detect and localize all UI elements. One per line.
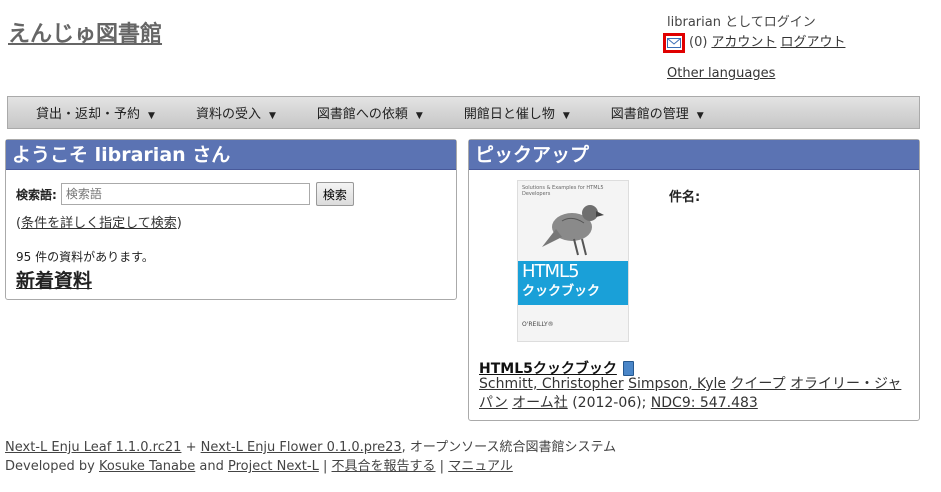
account-link[interactable]: アカウント <box>711 33 776 53</box>
publisher-link[interactable]: オーム社 <box>512 395 568 411</box>
logout-link[interactable]: ログアウト <box>780 33 845 53</box>
login-status: librarian としてログイン <box>667 15 816 30</box>
caret-down-icon: ▼ <box>696 111 704 121</box>
welcome-panel: ようこそ librarian さん 検索語: 検索 (条件を詳しく指定して検索)… <box>5 139 457 300</box>
main-menu: 貸出・返却・予約 ▼ 資料の受入 ▼ 図書館への依頼 ▼ 開館日と催し物 ▼ 図書館の管… <box>7 96 920 129</box>
new-items-link[interactable]: 新着資料 <box>16 266 92 293</box>
falcon-illustration-icon <box>542 205 604 256</box>
search-button[interactable]: 検索 <box>315 182 354 206</box>
report-bug-link[interactable]: 不具合を報告する <box>332 459 436 474</box>
welcome-title: ようこそ librarian さん <box>6 140 456 170</box>
menu-admin[interactable]: 図書館の管理 ▼ <box>611 103 704 122</box>
site-title[interactable]: えんじゅ図書館 <box>8 16 162 48</box>
subject-label: 件名: <box>669 190 701 205</box>
manual-link[interactable]: マニュアル <box>448 459 513 474</box>
caret-down-icon: ▼ <box>268 111 276 121</box>
advanced-search-link[interactable]: 条件を詳しく指定して検索 <box>21 216 177 231</box>
pickup-title: ピックアップ <box>469 140 919 170</box>
pickup-panel: ピックアップ Solutions & Examples for HTML5 De… <box>468 139 920 421</box>
item-count: 95 件の資料があります。 <box>16 250 154 264</box>
book-icon <box>622 360 634 376</box>
menu-requests[interactable]: 図書館への依頼 ▼ <box>317 103 423 122</box>
other-languages-link[interactable]: Other languages <box>667 66 775 81</box>
developer-link[interactable]: Kosuke Tanabe <box>99 459 195 474</box>
caret-down-icon: ▼ <box>562 111 570 121</box>
menu-events[interactable]: 開館日と催し物 ▼ <box>464 103 570 122</box>
menu-circulation[interactable]: 貸出・返却・予約 ▼ <box>36 103 155 122</box>
book-meta: Schmitt, Christopher Simpson, Kyle クイープ … <box>479 376 902 411</box>
footer: Next-L Enju Leaf 1.1.0.rc21 + Next-L Enj… <box>5 440 617 474</box>
pub-date: (2012-06) <box>572 395 642 411</box>
mail-count: (0) <box>689 35 708 50</box>
project-link[interactable]: Project Next-L <box>228 459 319 474</box>
menu-acquisition[interactable]: 資料の受入 ▼ <box>196 103 276 122</box>
search-label: 検索語: <box>16 187 57 202</box>
mail-icon[interactable] <box>663 33 685 53</box>
enju-leaf-link[interactable]: Next-L Enju Leaf 1.1.0.rc21 <box>5 440 181 455</box>
login-box: librarian としてログイン (0) アカウント ログアウト <box>663 13 845 53</box>
author-link[interactable]: クイープ <box>730 376 785 392</box>
ndc-link[interactable]: NDC9: 547.483 <box>651 395 758 411</box>
author-link[interactable]: Simpson, Kyle <box>628 376 726 392</box>
author-link[interactable]: Schmitt, Christopher <box>479 376 624 392</box>
caret-down-icon: ▼ <box>148 111 155 121</box>
book-cover[interactable]: Solutions & Examples for HTML5 Developer… <box>517 180 629 342</box>
enju-flower-link[interactable]: Next-L Enju Flower 0.1.0.pre23 <box>201 440 402 455</box>
advanced-search: (条件を詳しく指定して検索) <box>16 216 182 231</box>
search-input[interactable] <box>60 183 310 205</box>
caret-down-icon: ▼ <box>415 111 423 121</box>
